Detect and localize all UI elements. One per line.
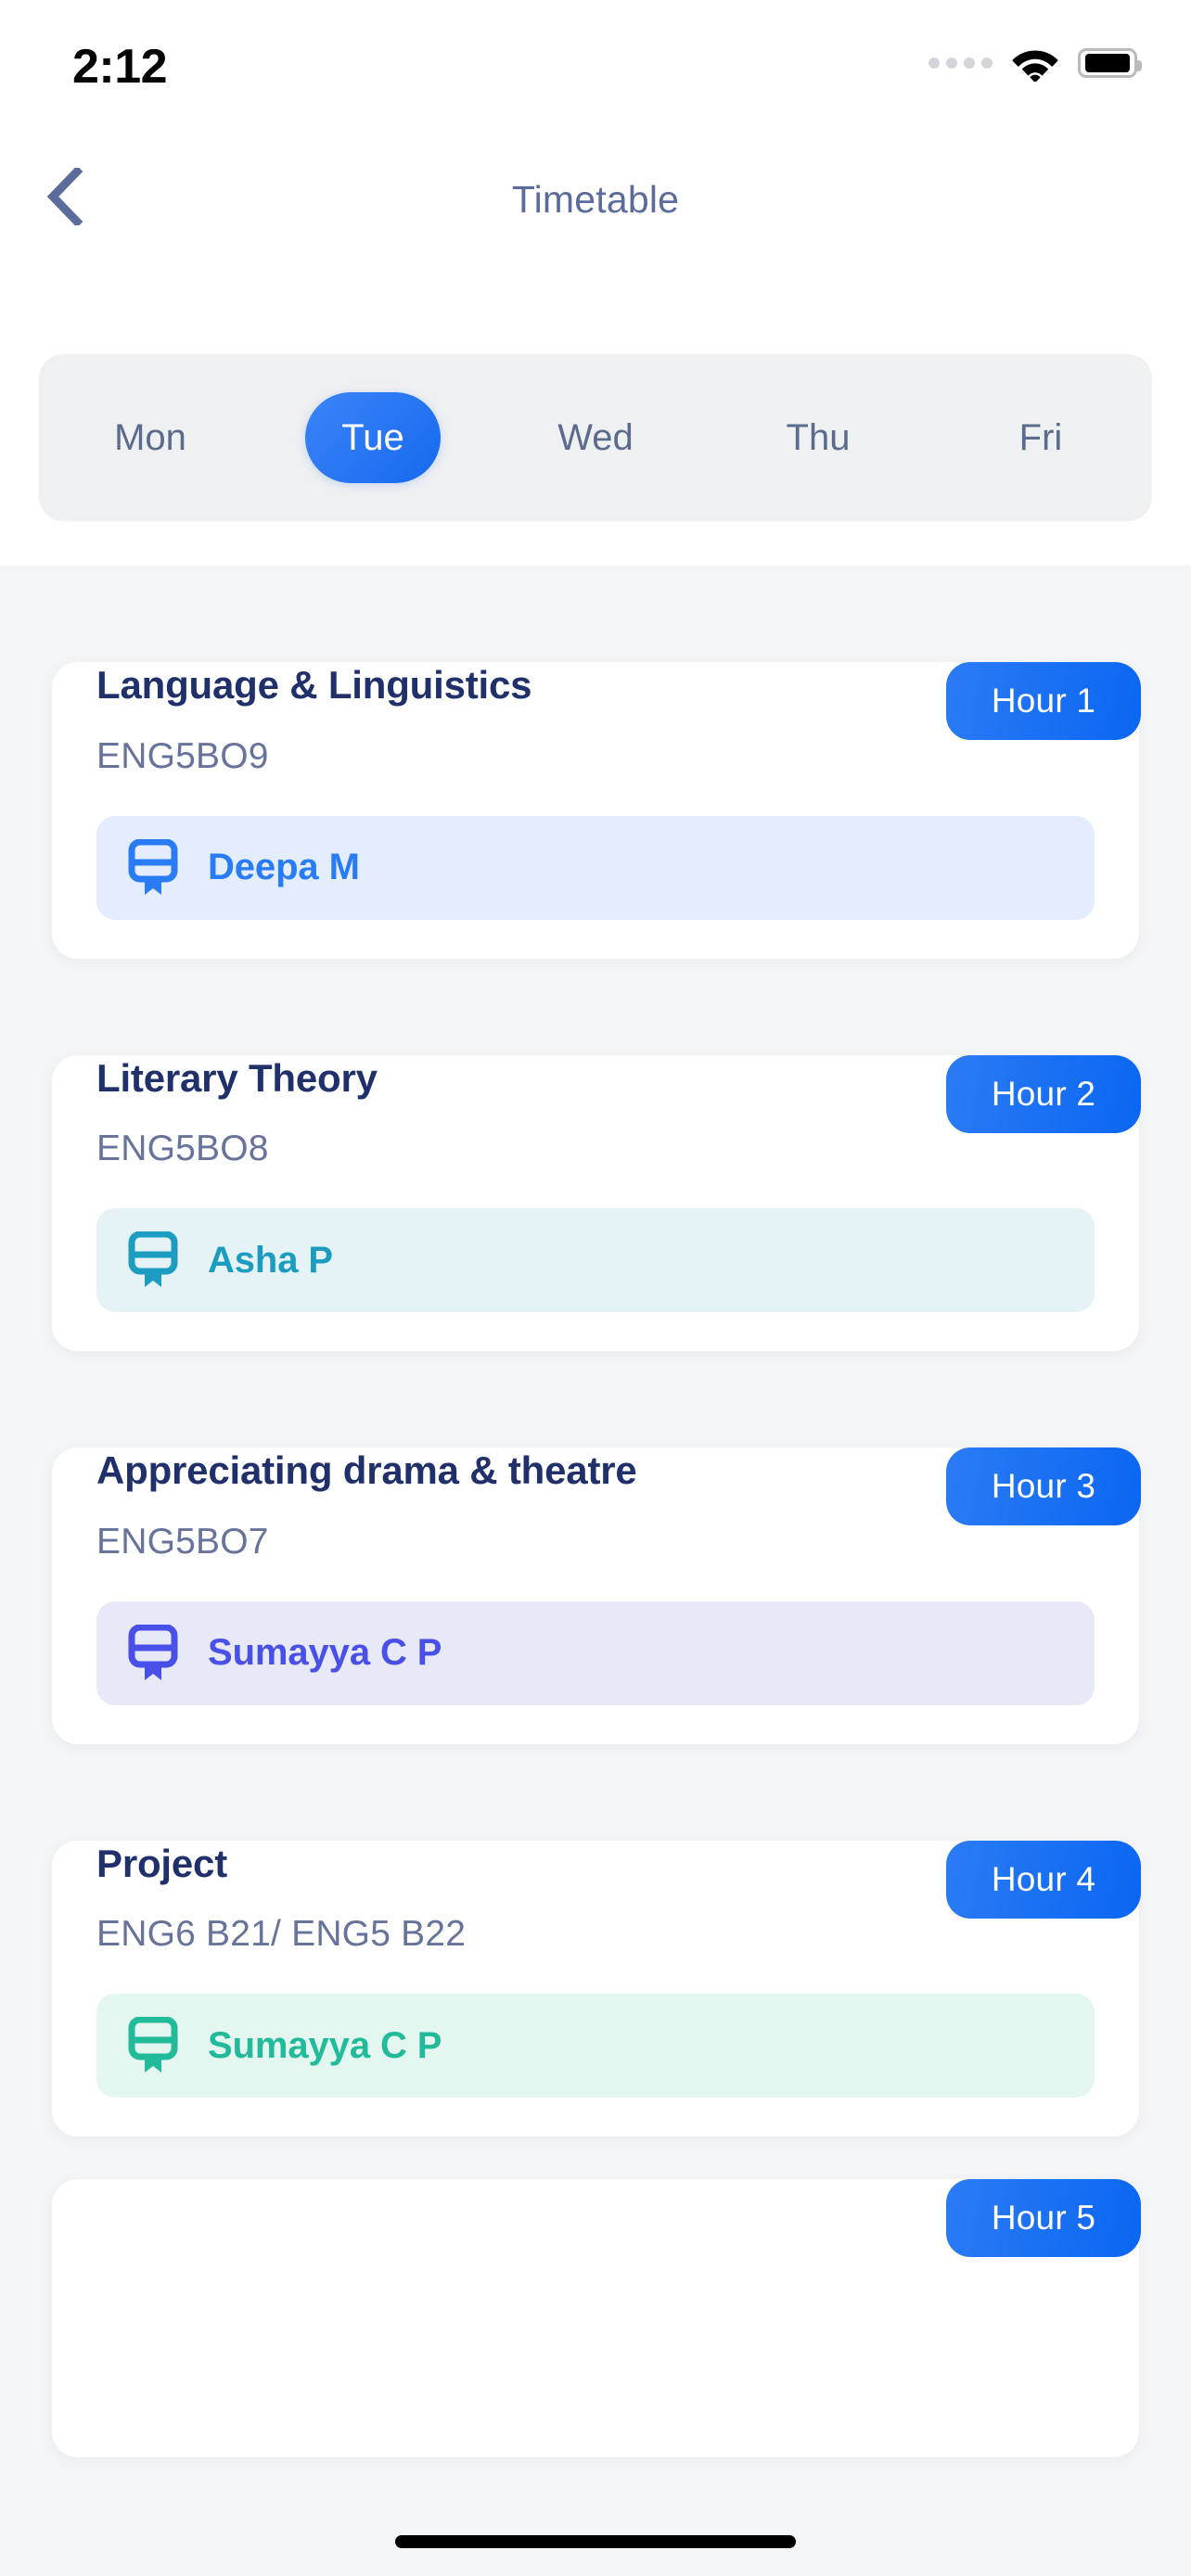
- hour-badge: Hour 2: [946, 1054, 1141, 1133]
- home-indicator: [395, 2535, 796, 2548]
- teacher-name: Asha P: [208, 1239, 334, 1281]
- day-tabs-container: Mon Tue Wed Thu Fri: [0, 260, 1191, 566]
- tab-tue[interactable]: Tue: [262, 354, 484, 521]
- tab-label: Mon: [114, 416, 186, 458]
- tab-label: Wed: [557, 416, 634, 458]
- subject-code: ENG5BO8: [96, 1129, 269, 1169]
- period-card[interactable]: Hour 1 Language & Linguistics ENG5BO9 De…: [52, 662, 1141, 959]
- tab-label-selected: Tue: [305, 392, 441, 483]
- period-card[interactable]: Hour 2 Literary Theory ENG5BO8 Asha P: [52, 1054, 1141, 1352]
- nav-bar: Timetable: [0, 139, 1191, 260]
- teacher-chip[interactable]: Sumayya C P: [96, 1600, 1095, 1705]
- tab-label: Fri: [1018, 416, 1063, 458]
- day-tabs: Mon Tue Wed Thu Fri: [39, 354, 1152, 521]
- tab-label: Thu: [786, 416, 851, 458]
- hour-badge: Hour 5: [946, 2179, 1141, 2258]
- period-card[interactable]: Hour 5: [52, 2179, 1141, 2458]
- teacher-chip[interactable]: Deepa M: [96, 815, 1095, 920]
- hour-badge: Hour 3: [946, 1447, 1141, 1526]
- status-bar-time: 2:12: [72, 40, 168, 94]
- page-title: Timetable: [511, 177, 680, 221]
- teacher-chip[interactable]: Sumayya C P: [96, 1994, 1095, 2098]
- lectern-icon: [128, 1231, 178, 1289]
- lectern-icon: [128, 1624, 178, 1682]
- period-card[interactable]: Hour 3 Appreciating drama & theatre ENG5…: [52, 1447, 1141, 1744]
- chevron-left-icon: [46, 165, 83, 230]
- subject-code: ENG6 B21/ ENG5 B22: [96, 1914, 467, 1955]
- wifi-icon: [1010, 45, 1060, 82]
- tab-fri[interactable]: Fri: [929, 354, 1152, 521]
- subject-code: ENG5BO9: [96, 735, 269, 776]
- period-list[interactable]: Hour 1 Language & Linguistics ENG5BO9 De…: [0, 566, 1191, 2576]
- hour-badge: Hour 1: [946, 662, 1141, 740]
- teacher-chip[interactable]: Asha P: [96, 1208, 1095, 1313]
- period-card[interactable]: Hour 4 Project ENG6 B21/ ENG5 B22 Sumayy…: [52, 1840, 1141, 2137]
- teacher-name: Sumayya C P: [208, 1632, 442, 1674]
- lectern-icon: [128, 838, 178, 897]
- tab-mon[interactable]: Mon: [39, 354, 262, 521]
- lectern-icon: [128, 2017, 178, 2074]
- hour-badge: Hour 4: [946, 1840, 1141, 1919]
- tab-wed[interactable]: Wed: [484, 354, 707, 521]
- battery-full-icon: [1078, 48, 1142, 78]
- phone-screen: 2:12 Timetable Mon Tue Wed Thu Fri Hour …: [0, 0, 1191, 2576]
- tab-thu[interactable]: Thu: [707, 354, 929, 521]
- teacher-name: Sumayya C P: [208, 2024, 442, 2066]
- teacher-name: Deepa M: [208, 847, 360, 888]
- subject-code: ENG5BO7: [96, 1521, 269, 1562]
- status-bar: 2:12: [0, 0, 1191, 139]
- back-button[interactable]: [32, 165, 98, 232]
- signal-dots-icon: [928, 57, 992, 69]
- status-bar-icons: [928, 45, 1142, 82]
